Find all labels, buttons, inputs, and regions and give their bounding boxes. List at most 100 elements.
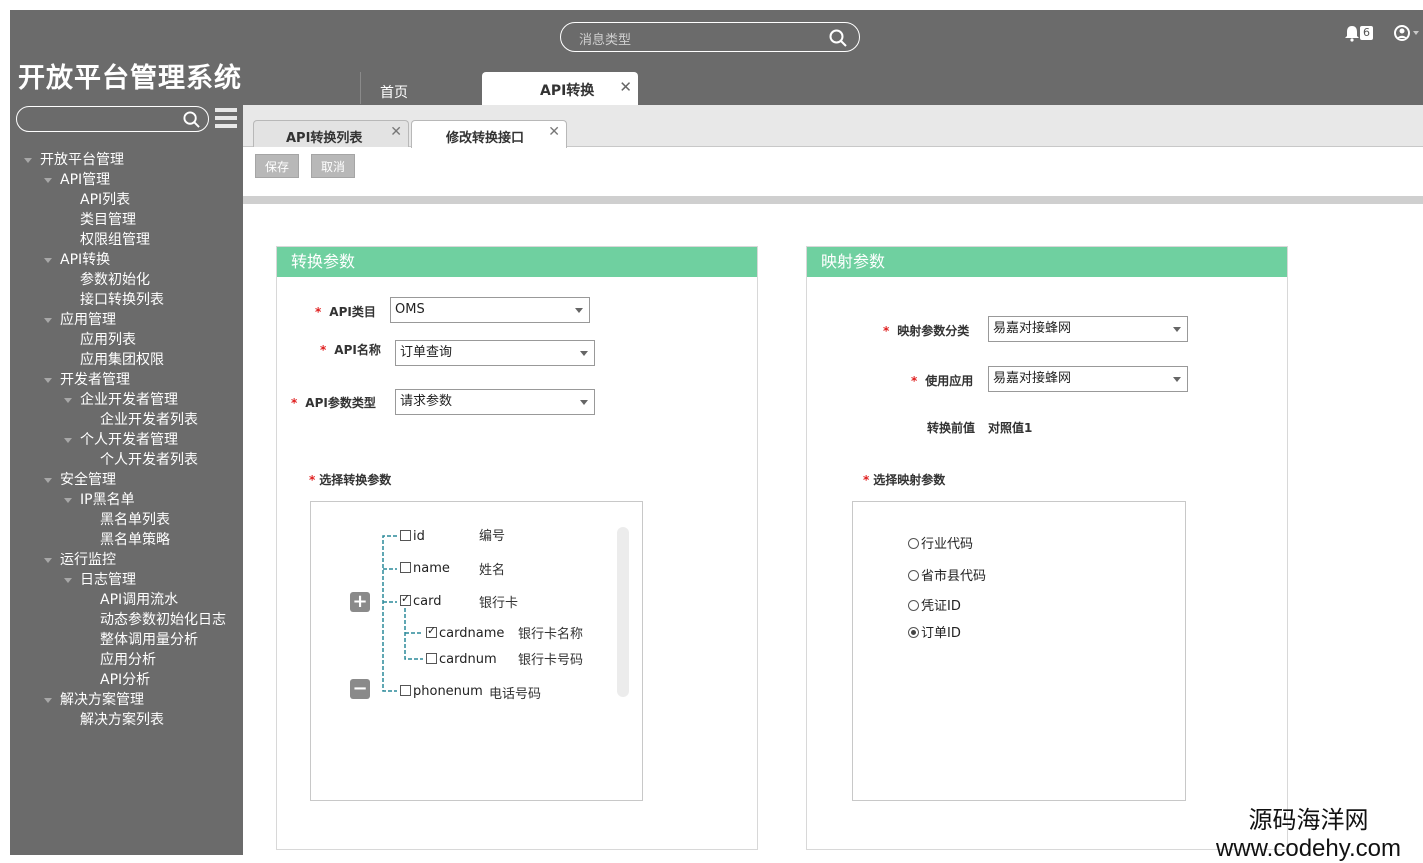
- top-search-input[interactable]: 消息类型: [560, 22, 860, 52]
- expand-icon[interactable]: +: [350, 592, 370, 612]
- save-button[interactable]: 保存: [255, 154, 299, 178]
- sidebar-item[interactable]: 接口转换列表: [10, 290, 242, 310]
- api-category-select[interactable]: OMS: [390, 297, 590, 323]
- tab-home[interactable]: 首页: [380, 82, 408, 102]
- sidebar-item[interactable]: 黑名单策略: [10, 530, 242, 550]
- sidebar-item[interactable]: 应用列表: [10, 330, 242, 350]
- sidebar-item-label: 应用分析: [100, 652, 156, 668]
- sidebar-item[interactable]: 安全管理: [10, 470, 242, 490]
- cancel-button[interactable]: 取消: [311, 154, 355, 178]
- tree-node-id[interactable]: id: [400, 529, 425, 544]
- radio-button[interactable]: [908, 600, 919, 611]
- sidebar-item[interactable]: 日志管理: [10, 570, 242, 590]
- sidebar-item[interactable]: 开发者管理: [10, 370, 242, 390]
- caret-down-icon[interactable]: [44, 478, 52, 483]
- mapping-category-select[interactable]: 易嘉对接蜂网: [988, 316, 1188, 342]
- sidebar-item-label: 企业开发者管理: [80, 392, 178, 408]
- radio-option[interactable]: 凭证ID: [908, 595, 961, 614]
- convert-params-tree-box: + − id 编号 name 姓名 card 银行卡 cardname 银行卡名…: [310, 501, 643, 801]
- sidebar-item[interactable]: 应用集团权限: [10, 350, 242, 370]
- radio-button[interactable]: [908, 627, 919, 638]
- sidebar-item[interactable]: API分析: [10, 670, 242, 690]
- mapping-params-box: 行业代码 省市县代码 凭证ID 订单ID: [852, 501, 1186, 801]
- caret-down-icon[interactable]: [44, 178, 52, 183]
- sidebar-search-input[interactable]: [16, 106, 209, 132]
- close-icon[interactable]: ✕: [548, 124, 560, 140]
- sidebar-item[interactable]: 动态参数初始化日志: [10, 610, 242, 630]
- content-area: API转换列表 ✕ 修改转换接口 ✕ 保存 取消 转换参数 * API类目 OMS…: [243, 105, 1423, 855]
- sidebar-item[interactable]: API调用流水: [10, 590, 242, 610]
- sidebar-item[interactable]: 企业开发者管理: [10, 390, 242, 410]
- radio-option[interactable]: 行业代码: [908, 533, 973, 552]
- sidebar-item[interactable]: 黑名单列表: [10, 510, 242, 530]
- sidebar-item[interactable]: 整体调用量分析: [10, 630, 242, 650]
- radio-option[interactable]: 省市县代码: [908, 565, 986, 584]
- tree-node-cardname[interactable]: cardname: [426, 624, 504, 641]
- use-app-label: * 使用应用: [911, 374, 974, 388]
- sidebar-item[interactable]: 个人开发者列表: [10, 450, 242, 470]
- sidebar-item[interactable]: 开放平台管理: [10, 150, 242, 170]
- tab-api-convert[interactable]: API转换 ✕: [482, 72, 638, 105]
- tree-node-card[interactable]: card: [400, 592, 441, 609]
- caret-down-icon[interactable]: [44, 558, 52, 563]
- caret-down-icon[interactable]: [44, 258, 52, 263]
- close-icon[interactable]: ✕: [390, 124, 402, 140]
- checkbox[interactable]: [426, 653, 437, 664]
- sidebar-item[interactable]: 权限组管理: [10, 230, 242, 250]
- close-icon[interactable]: ✕: [619, 78, 632, 96]
- api-name-select[interactable]: 订单查询: [395, 340, 595, 366]
- tree-node-name[interactable]: name: [400, 561, 450, 576]
- user-menu-icon[interactable]: [1393, 24, 1421, 42]
- checkbox[interactable]: [400, 530, 411, 541]
- sidebar-item-label: 运行监控: [60, 552, 116, 568]
- sidebar-item[interactable]: API转换: [10, 250, 242, 270]
- radio-button[interactable]: [908, 570, 919, 581]
- caret-down-icon[interactable]: [64, 398, 72, 403]
- caret-down-icon[interactable]: [24, 158, 32, 163]
- tree-node-phonenum[interactable]: phonenum: [400, 684, 483, 699]
- scrollbar[interactable]: [617, 527, 629, 697]
- convert-params-panel: 转换参数 * API类目 OMS * API名称 订单查询 * API参数类型 请求参…: [276, 246, 758, 850]
- search-icon[interactable]: [183, 111, 200, 128]
- sidebar-item-label: 应用管理: [60, 312, 116, 328]
- sidebar-item[interactable]: API管理: [10, 170, 242, 190]
- sidebar-item[interactable]: 解决方案管理: [10, 690, 242, 710]
- select-mapping-params-label: * 选择映射参数: [863, 473, 946, 487]
- checkbox[interactable]: [400, 592, 411, 606]
- sidebar-item[interactable]: 参数初始化: [10, 270, 242, 290]
- checkbox[interactable]: [400, 562, 411, 573]
- menu-toggle-icon[interactable]: [215, 108, 237, 130]
- radio-option[interactable]: 订单ID: [908, 622, 961, 641]
- caret-down-icon[interactable]: [64, 438, 72, 443]
- use-app-select[interactable]: 易嘉对接蜂网: [988, 366, 1188, 392]
- caret-down-icon[interactable]: [44, 378, 52, 383]
- caret-down-icon[interactable]: [64, 498, 72, 503]
- subtab-edit-convert[interactable]: 修改转换接口 ✕: [411, 120, 567, 148]
- sidebar-item[interactable]: 运行监控: [10, 550, 242, 570]
- subtab-api-convert-list[interactable]: API转换列表 ✕: [253, 120, 409, 147]
- sidebar-item-label: 个人开发者管理: [80, 432, 178, 448]
- sidebar-item-label: API调用流水: [100, 592, 179, 608]
- bell-icon[interactable]: [1343, 24, 1361, 42]
- checkbox[interactable]: [426, 624, 437, 638]
- search-icon[interactable]: [829, 29, 847, 47]
- tree-node-cardnum[interactable]: cardnum: [426, 652, 497, 667]
- radio-button[interactable]: [908, 538, 919, 549]
- sidebar-item[interactable]: 应用管理: [10, 310, 242, 330]
- sidebar-item[interactable]: 应用分析: [10, 650, 242, 670]
- sidebar-tree: 开放平台管理 API管理 API列表 类目管理 权限组管理 API转换 参数初始化 接口转换列…: [10, 150, 242, 730]
- sidebar-item[interactable]: 个人开发者管理: [10, 430, 242, 450]
- sidebar-item[interactable]: API列表: [10, 190, 242, 210]
- caret-down-icon[interactable]: [44, 698, 52, 703]
- collapse-icon[interactable]: −: [350, 679, 370, 699]
- sidebar-item[interactable]: 企业开发者列表: [10, 410, 242, 430]
- caret-down-icon[interactable]: [44, 318, 52, 323]
- api-param-type-select[interactable]: 请求参数: [395, 389, 595, 415]
- sidebar-item[interactable]: IP黑名单: [10, 490, 242, 510]
- caret-down-icon[interactable]: [64, 578, 72, 583]
- sidebar-item[interactable]: 解决方案列表: [10, 710, 242, 730]
- checkbox[interactable]: [400, 685, 411, 696]
- sidebar-item[interactable]: 类目管理: [10, 210, 242, 230]
- select-convert-params-label: * 选择转换参数: [309, 473, 392, 487]
- tree-node-desc: 编号: [479, 529, 506, 544]
